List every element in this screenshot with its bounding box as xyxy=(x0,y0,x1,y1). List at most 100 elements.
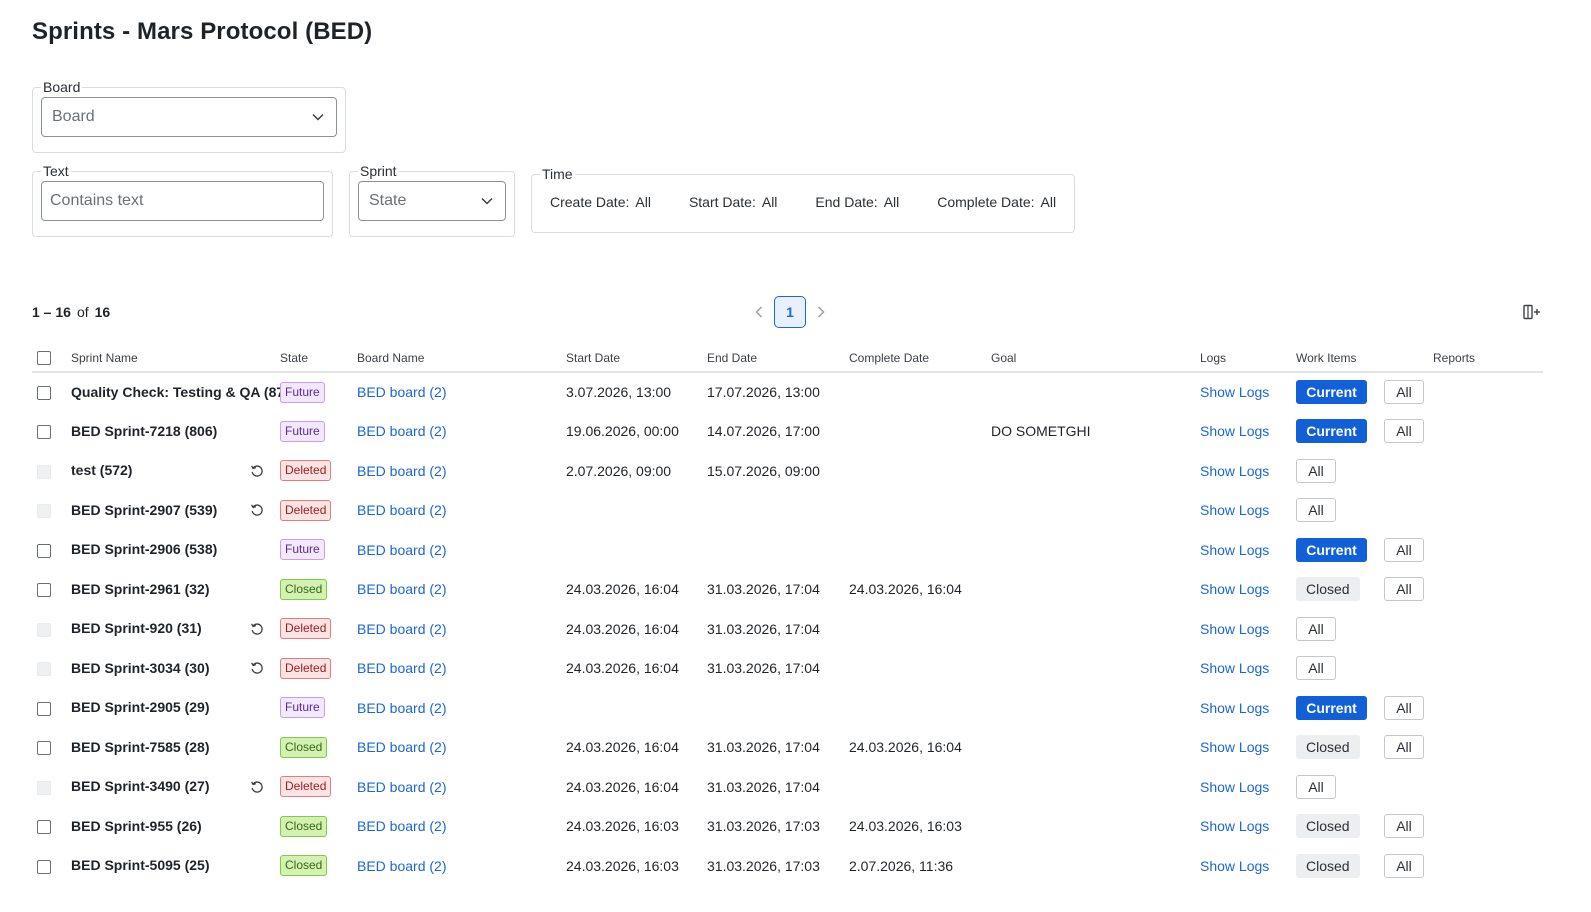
complete-date-cell xyxy=(849,530,991,570)
chevron-left-icon[interactable] xyxy=(748,296,770,328)
complete-date-cell xyxy=(849,372,991,412)
end-date-cell xyxy=(707,688,849,728)
row-checkbox[interactable] xyxy=(37,543,51,558)
show-logs-link[interactable]: Show Logs xyxy=(1200,581,1269,597)
state-badge: Future xyxy=(280,697,325,719)
board-name-link[interactable]: BED board (2) xyxy=(357,581,446,597)
show-logs-link[interactable]: Show Logs xyxy=(1200,858,1269,874)
closed-work-items-button[interactable]: Closed xyxy=(1296,735,1360,760)
table-row: BED Sprint-2961 (32) Closed BED board (2) 2… xyxy=(32,570,1543,610)
all-work-items-button[interactable]: All xyxy=(1296,774,1336,799)
all-work-items-button[interactable]: All xyxy=(1384,419,1424,444)
show-logs-link[interactable]: Show Logs xyxy=(1200,700,1269,716)
board-filter-legend: Board xyxy=(43,79,81,95)
complete-date-cell xyxy=(849,491,991,531)
header-complete-date[interactable]: Complete Date xyxy=(849,344,991,373)
all-work-items-button[interactable]: All xyxy=(1296,656,1336,681)
show-logs-link[interactable]: Show Logs xyxy=(1200,502,1269,518)
all-work-items-button[interactable]: All xyxy=(1384,380,1424,405)
restore-icon[interactable] xyxy=(250,661,264,675)
all-work-items-button[interactable]: All xyxy=(1384,577,1424,602)
show-logs-link[interactable]: Show Logs xyxy=(1200,423,1269,439)
show-logs-link[interactable]: Show Logs xyxy=(1200,384,1269,400)
all-work-items-button[interactable]: All xyxy=(1384,735,1424,760)
end-date-cell: 31.03.2026, 17:03 xyxy=(707,857,820,874)
text-search-input[interactable] xyxy=(41,181,324,221)
column-add-icon[interactable] xyxy=(1521,302,1543,322)
row-checkbox[interactable] xyxy=(37,425,51,440)
header-start-date[interactable]: Start Date xyxy=(566,344,707,373)
show-logs-link[interactable]: Show Logs xyxy=(1200,621,1269,637)
select-all-checkbox[interactable] xyxy=(37,350,51,365)
header-goal[interactable]: Goal xyxy=(991,344,1200,373)
show-logs-link[interactable]: Show Logs xyxy=(1200,818,1269,834)
reports-cell xyxy=(1433,609,1543,649)
all-work-items-button[interactable]: All xyxy=(1384,853,1424,878)
board-name-link[interactable]: BED board (2) xyxy=(357,779,446,795)
board-name-link[interactable]: BED board (2) xyxy=(357,660,446,676)
complete-date-filter[interactable]: Complete Date: All xyxy=(937,194,1056,210)
show-logs-link[interactable]: Show Logs xyxy=(1200,660,1269,676)
show-logs-link[interactable]: Show Logs xyxy=(1200,542,1269,558)
header-board-name[interactable]: Board Name xyxy=(357,344,566,373)
work-items-cell: Closed All xyxy=(1296,853,1433,878)
row-checkbox[interactable] xyxy=(37,583,51,598)
work-items-cell: Current All xyxy=(1296,380,1433,405)
current-work-items-button[interactable]: Current xyxy=(1296,419,1367,444)
show-logs-link[interactable]: Show Logs xyxy=(1200,739,1269,755)
complete-date-cell: 24.03.2026, 16:03 xyxy=(849,818,962,835)
restore-icon[interactable] xyxy=(250,622,264,636)
row-checkbox[interactable] xyxy=(37,701,51,716)
start-date-cell: 19.06.2026, 00:00 xyxy=(566,423,679,440)
board-name-link[interactable]: BED board (2) xyxy=(357,423,446,439)
end-date-cell: 17.07.2026, 13:00 xyxy=(707,384,820,401)
show-logs-link[interactable]: Show Logs xyxy=(1200,779,1269,795)
create-date-filter[interactable]: Create Date: All xyxy=(550,194,651,210)
sprint-state-select[interactable]: State xyxy=(358,181,506,221)
row-checkbox[interactable] xyxy=(37,386,51,401)
show-logs-link[interactable]: Show Logs xyxy=(1200,463,1269,479)
current-work-items-button[interactable]: Current xyxy=(1296,537,1367,562)
state-badge: Closed xyxy=(280,736,328,758)
row-checkbox[interactable] xyxy=(37,820,51,835)
all-work-items-button[interactable]: All xyxy=(1384,695,1424,720)
board-name-link[interactable]: BED board (2) xyxy=(357,463,446,479)
restore-icon[interactable] xyxy=(250,503,264,517)
header-end-date[interactable]: End Date xyxy=(707,344,849,373)
page-button-1[interactable]: 1 xyxy=(774,296,806,328)
board-filter-group: Board Board xyxy=(32,79,346,153)
board-select[interactable]: Board xyxy=(41,97,337,137)
header-sprint-name[interactable]: Sprint Name xyxy=(71,344,280,373)
current-work-items-button[interactable]: Current xyxy=(1296,695,1367,720)
board-name-link[interactable]: BED board (2) xyxy=(357,818,446,834)
closed-work-items-button[interactable]: Closed xyxy=(1296,814,1360,839)
current-work-items-button[interactable]: Current xyxy=(1296,380,1367,405)
board-name-link[interactable]: BED board (2) xyxy=(357,621,446,637)
sprint-name-cell: BED Sprint-920 (31) xyxy=(71,609,280,649)
row-checkbox[interactable] xyxy=(37,859,51,874)
chevron-right-icon[interactable] xyxy=(810,296,832,328)
restore-icon[interactable] xyxy=(250,780,264,794)
board-name-link[interactable]: BED board (2) xyxy=(357,700,446,716)
all-work-items-button[interactable]: All xyxy=(1384,537,1424,562)
all-work-items-button[interactable]: All xyxy=(1296,616,1336,641)
header-state[interactable]: State xyxy=(280,344,357,373)
all-work-items-button[interactable]: All xyxy=(1296,458,1336,483)
row-checkbox[interactable] xyxy=(37,741,51,756)
end-date-filter[interactable]: End Date: All xyxy=(815,194,899,210)
restore-icon[interactable] xyxy=(250,464,264,478)
board-name-link[interactable]: BED board (2) xyxy=(357,858,446,874)
board-name-link[interactable]: BED board (2) xyxy=(357,542,446,558)
time-filter-group: Time Create Date: All Start Date: All End … xyxy=(531,166,1075,233)
board-name-link[interactable]: BED board (2) xyxy=(357,502,446,518)
board-name-link[interactable]: BED board (2) xyxy=(357,739,446,755)
sprint-name: BED Sprint-7218 (806) xyxy=(71,422,218,439)
board-name-link[interactable]: BED board (2) xyxy=(357,384,446,400)
sprint-name-cell: BED Sprint-2961 (32) xyxy=(71,570,280,610)
end-date-cell xyxy=(707,491,849,531)
all-work-items-button[interactable]: All xyxy=(1296,498,1336,523)
closed-work-items-button[interactable]: Closed xyxy=(1296,853,1360,878)
start-date-filter[interactable]: Start Date: All xyxy=(689,194,777,210)
all-work-items-button[interactable]: All xyxy=(1384,814,1424,839)
closed-work-items-button[interactable]: Closed xyxy=(1296,577,1360,602)
